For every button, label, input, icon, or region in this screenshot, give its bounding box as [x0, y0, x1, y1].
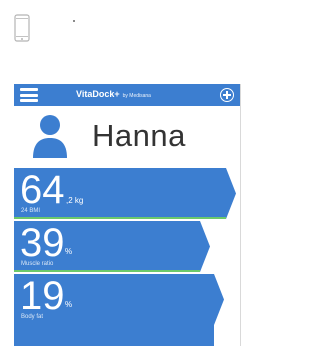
metric-unit: % — [65, 300, 73, 309]
metric-label: 24 BMI — [21, 208, 41, 214]
metric-label: Muscle ratio — [21, 261, 54, 267]
metric-unit: % — [65, 247, 73, 256]
metric-label: Body fat — [21, 314, 44, 320]
smartphone-icon — [14, 14, 30, 47]
profile-header[interactable]: Hanna — [14, 106, 240, 168]
metric-muscle-ratio[interactable]: 39 % Muscle ratio — [14, 221, 214, 272]
metric-weight[interactable]: 64 ,2 kg 24 BMI — [14, 168, 240, 219]
plus-circle-icon[interactable] — [220, 88, 234, 102]
app-header: VitaDock+ by Medisana — [14, 84, 240, 106]
profile-name: Hanna — [92, 118, 186, 153]
brand-subtitle: by Medisana — [122, 93, 151, 99]
hamburger-menu-icon[interactable] — [20, 88, 38, 102]
decorative-dot — [73, 20, 75, 22]
app-screen: VitaDock+ by Medisana Hanna 64 ,2 kg 24 B… — [14, 84, 241, 346]
brand-title: VitaDock+ — [76, 89, 120, 99]
metric-value: 39 — [20, 221, 65, 265]
metric-body-fat[interactable]: 19 % Body fat — [14, 274, 230, 346]
metric-value: 64 — [20, 168, 65, 212]
person-icon — [33, 115, 67, 158]
metric-value: 19 — [20, 274, 65, 318]
app-brand: VitaDock+ by Medisana — [76, 89, 151, 99]
metric-unit: ,2 kg — [66, 196, 84, 205]
